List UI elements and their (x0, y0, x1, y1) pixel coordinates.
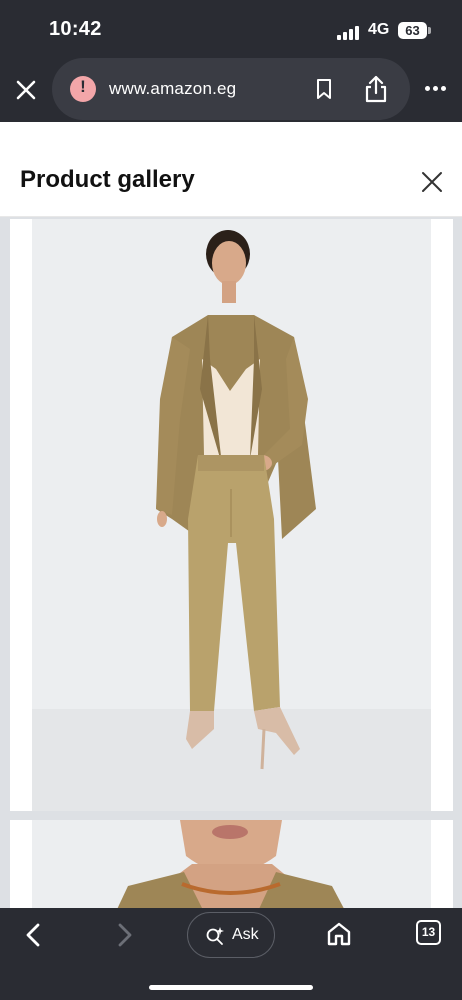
gallery-header: Product gallery (0, 122, 462, 217)
ask-button[interactable]: Ask (187, 912, 275, 958)
warning-icon[interactable] (70, 76, 96, 102)
gallery-list[interactable] (0, 217, 462, 908)
product-image[interactable] (10, 820, 453, 908)
close-icon[interactable] (420, 170, 444, 194)
chevron-right-icon[interactable] (112, 922, 136, 948)
close-icon[interactable] (12, 76, 40, 104)
battery-nub (428, 27, 431, 34)
page-content: Product gallery (0, 122, 462, 908)
more-icon[interactable] (422, 82, 450, 96)
sparkle-search-icon (206, 927, 224, 945)
browser-toolbar: www.amazon.eg (0, 56, 462, 122)
status-bar: 10:42 4G 63 (0, 0, 462, 56)
url-text[interactable]: www.amazon.eg (109, 79, 236, 99)
home-icon[interactable] (326, 921, 352, 947)
ask-label: Ask (232, 926, 259, 943)
tabs-button[interactable]: 13 (416, 920, 441, 945)
status-time: 10:42 (49, 18, 102, 40)
page-title: Product gallery (20, 166, 195, 193)
model-closeup-illustration (32, 820, 431, 908)
browser-bottom-bar: Ask 13 (0, 908, 462, 1000)
model-illustration (32, 219, 431, 811)
address-bar[interactable]: www.amazon.eg (52, 58, 410, 120)
home-indicator (149, 985, 313, 990)
bookmark-icon[interactable] (314, 78, 334, 100)
network-type: 4G (368, 21, 390, 38)
signal-icon (337, 24, 361, 40)
chevron-left-icon[interactable] (22, 922, 46, 948)
share-icon[interactable] (362, 74, 390, 104)
battery-icon: 63 (398, 22, 427, 39)
product-photo-close-up (32, 820, 431, 908)
product-photo-full-length (32, 219, 431, 811)
product-image[interactable] (10, 219, 453, 811)
